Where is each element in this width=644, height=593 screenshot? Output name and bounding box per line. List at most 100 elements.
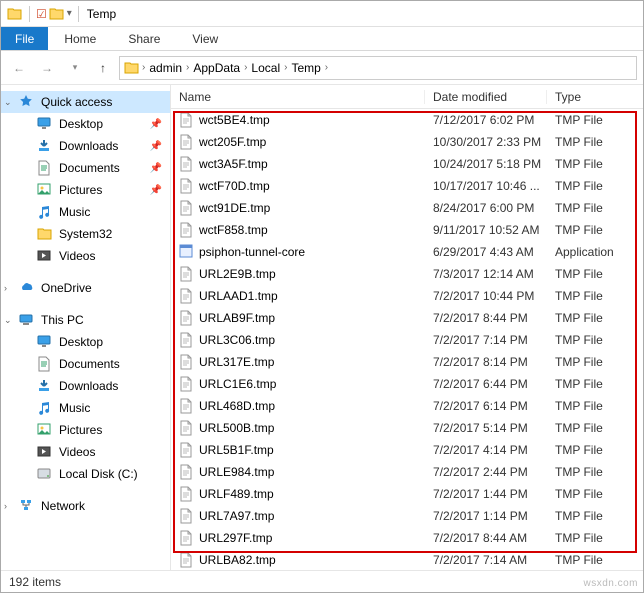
- nav-quick-access-label: Quick access: [41, 95, 112, 109]
- qat-checkbox-icon[interactable]: ☑: [36, 7, 47, 21]
- file-date: 10/17/2017 10:46 ...: [425, 179, 547, 193]
- file-icon: [179, 442, 193, 458]
- column-type[interactable]: Type: [547, 90, 643, 104]
- file-row[interactable]: URL500B.tmp7/2/2017 5:14 PMTMP File: [171, 417, 643, 439]
- nav-this-pc[interactable]: ⌄ This PC: [1, 309, 170, 331]
- file-row[interactable]: wct3A5F.tmp10/24/2017 5:18 PMTMP File: [171, 153, 643, 175]
- file-row[interactable]: URL468D.tmp7/2/2017 6:14 PMTMP File: [171, 395, 643, 417]
- file-row[interactable]: URL5B1F.tmp7/2/2017 4:14 PMTMP File: [171, 439, 643, 461]
- file-icon: [179, 112, 193, 128]
- file-type: TMP File: [547, 399, 643, 413]
- file-row[interactable]: URL3C06.tmp7/2/2017 7:14 PMTMP File: [171, 329, 643, 351]
- file-date: 7/2/2017 8:14 PM: [425, 355, 547, 369]
- nav-item-system32[interactable]: System32: [1, 223, 170, 245]
- expander-icon[interactable]: ⌄: [4, 315, 12, 326]
- file-date: 7/2/2017 7:14 PM: [425, 333, 547, 347]
- nav-item-desktop[interactable]: Desktop: [1, 331, 170, 353]
- expander-icon[interactable]: ⌄: [4, 97, 12, 108]
- expander-icon[interactable]: ›: [4, 501, 7, 511]
- file-row[interactable]: URL297F.tmp7/2/2017 8:44 AMTMP File: [171, 527, 643, 549]
- nav-item-pictures[interactable]: Pictures: [1, 419, 170, 441]
- expander-icon[interactable]: ›: [4, 283, 7, 293]
- nav-item-documents[interactable]: Documents: [1, 353, 170, 375]
- file-icon: [179, 222, 193, 238]
- nav-item-music[interactable]: Music: [1, 201, 170, 223]
- file-type: TMP File: [547, 289, 643, 303]
- crumb-admin[interactable]: admin: [147, 61, 184, 75]
- nav-quick-access[interactable]: ⌄ Quick access: [1, 91, 170, 113]
- address-bar-row: ← → ▾ ↑ › admin › AppData › Local › Temp…: [1, 51, 643, 85]
- status-bar: 192 items: [1, 570, 643, 592]
- nav-item-label: Pictures: [59, 183, 102, 197]
- file-row[interactable]: URLAB9F.tmp7/2/2017 8:44 PMTMP File: [171, 307, 643, 329]
- file-row[interactable]: URL317E.tmp7/2/2017 8:14 PMTMP File: [171, 351, 643, 373]
- pin-icon: 📌: [150, 185, 162, 196]
- recent-dropdown[interactable]: ▾: [63, 56, 87, 80]
- window-title: Temp: [87, 7, 116, 21]
- nav-item-documents[interactable]: Documents📌: [1, 157, 170, 179]
- file-name: URL2E9B.tmp: [199, 267, 276, 281]
- file-row[interactable]: URL2E9B.tmp7/3/2017 12:14 AMTMP File: [171, 263, 643, 285]
- file-date: 7/2/2017 8:44 AM: [425, 531, 547, 545]
- file-name: URLE984.tmp: [199, 465, 274, 479]
- file-row[interactable]: URLF489.tmp7/2/2017 1:44 PMTMP File: [171, 483, 643, 505]
- file-row[interactable]: URLC1E6.tmp7/2/2017 6:44 PMTMP File: [171, 373, 643, 395]
- back-button[interactable]: ←: [7, 56, 31, 80]
- nav-item-videos[interactable]: Videos: [1, 441, 170, 463]
- nav-item-local-disk-c-[interactable]: Local Disk (C:): [1, 463, 170, 485]
- nav-network[interactable]: › Network: [1, 495, 170, 517]
- nav-item-label: Local Disk (C:): [59, 467, 138, 481]
- crumb-temp[interactable]: Temp: [289, 61, 322, 75]
- file-row[interactable]: URL7A97.tmp7/2/2017 1:14 PMTMP File: [171, 505, 643, 527]
- file-row[interactable]: URLAAD1.tmp7/2/2017 10:44 PMTMP File: [171, 285, 643, 307]
- column-name[interactable]: Name: [171, 90, 425, 104]
- file-type: TMP File: [547, 135, 643, 149]
- file-date: 8/24/2017 6:00 PM: [425, 201, 547, 215]
- qat-dropdown-icon[interactable]: ▾: [67, 8, 72, 19]
- file-name: wctF70D.tmp: [199, 179, 270, 193]
- tab-view[interactable]: View: [176, 27, 234, 50]
- file-name: wct5BE4.tmp: [199, 113, 270, 127]
- file-date: 7/12/2017 6:02 PM: [425, 113, 547, 127]
- up-button[interactable]: ↑: [91, 56, 115, 80]
- column-date[interactable]: Date modified: [425, 90, 547, 104]
- tab-home[interactable]: Home: [48, 27, 112, 50]
- nav-item-downloads[interactable]: Downloads📌: [1, 135, 170, 157]
- file-row[interactable]: wct205F.tmp10/30/2017 2:33 PMTMP File: [171, 131, 643, 153]
- file-date: 7/2/2017 5:14 PM: [425, 421, 547, 435]
- nav-item-desktop[interactable]: Desktop📌: [1, 113, 170, 135]
- crumb-appdata[interactable]: AppData: [191, 61, 242, 75]
- file-row[interactable]: wct5BE4.tmp7/12/2017 6:02 PMTMP File: [171, 109, 643, 131]
- file-icon: [179, 156, 193, 172]
- file-name: wct91DE.tmp: [199, 201, 270, 215]
- pin-icon: 📌: [150, 141, 162, 152]
- file-type: Application: [547, 245, 643, 259]
- file-row[interactable]: URLBA82.tmp7/2/2017 7:14 AMTMP File: [171, 549, 643, 570]
- app-icon: [179, 244, 193, 260]
- nav-item-pictures[interactable]: Pictures 📌: [1, 179, 170, 201]
- crumb-local[interactable]: Local: [249, 61, 282, 75]
- file-row[interactable]: psiphon-tunnel-core6/29/2017 4:43 AMAppl…: [171, 241, 643, 263]
- nav-item-videos[interactable]: Videos: [1, 245, 170, 267]
- nav-item-downloads[interactable]: Downloads: [1, 375, 170, 397]
- file-tab[interactable]: File: [1, 27, 48, 50]
- tab-share[interactable]: Share: [112, 27, 176, 50]
- chevron-right-icon[interactable]: ›: [142, 62, 145, 73]
- qat-folder-icon[interactable]: [49, 6, 65, 22]
- file-row[interactable]: wctF70D.tmp10/17/2017 10:46 ...TMP File: [171, 175, 643, 197]
- nav-item-music[interactable]: Music: [1, 397, 170, 419]
- file-row[interactable]: wct91DE.tmp8/24/2017 6:00 PMTMP File: [171, 197, 643, 219]
- nav-onedrive[interactable]: › OneDrive: [1, 277, 170, 299]
- chevron-right-icon[interactable]: ›: [186, 62, 189, 73]
- chevron-right-icon[interactable]: ›: [284, 62, 287, 73]
- file-row[interactable]: URLE984.tmp7/2/2017 2:44 PMTMP File: [171, 461, 643, 483]
- file-date: 7/2/2017 2:44 PM: [425, 465, 547, 479]
- chevron-right-icon[interactable]: ›: [244, 62, 247, 73]
- file-icon: [179, 200, 193, 216]
- file-row[interactable]: wctF858.tmp9/11/2017 10:52 AMTMP File: [171, 219, 643, 241]
- chevron-right-icon[interactable]: ›: [325, 62, 328, 73]
- address-bar[interactable]: › admin › AppData › Local › Temp ›: [119, 56, 637, 80]
- column-headers: Name Date modified Type: [171, 85, 643, 109]
- file-icon: [179, 178, 193, 194]
- forward-button[interactable]: →: [35, 56, 59, 80]
